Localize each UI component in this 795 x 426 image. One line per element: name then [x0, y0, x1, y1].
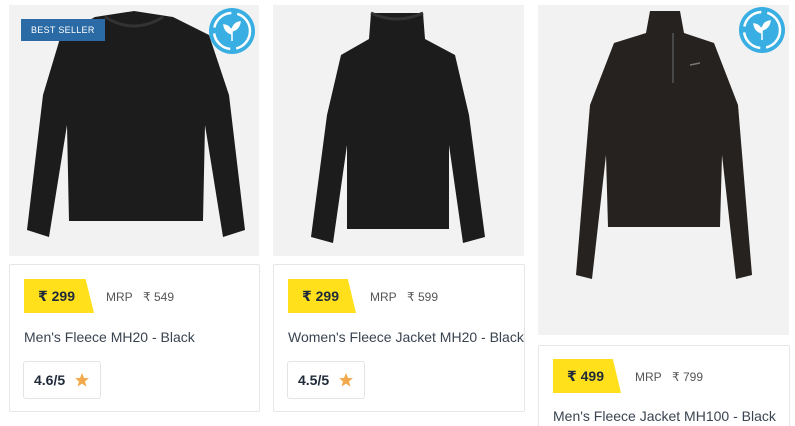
product-image-half-zip-jacket: [576, 11, 752, 279]
product-title[interactable]: Men's Fleece Jacket MH100 - Black: [553, 408, 776, 424]
price-tag: ₹ 299: [288, 279, 356, 313]
mrp-value: ₹ 799: [672, 370, 703, 384]
star-icon: [339, 373, 353, 387]
best-seller-badge: BEST SELLER: [21, 19, 105, 41]
rating-box: 4.5/5: [287, 361, 365, 399]
product-title[interactable]: Women's Fleece Jacket MH20 - Black: [288, 329, 524, 345]
star-icon: [75, 373, 89, 387]
product-title[interactable]: Men's Fleece MH20 - Black: [24, 329, 195, 345]
mrp-value: ₹ 549: [143, 290, 174, 304]
price-tag: ₹ 499: [553, 359, 621, 393]
eco-design-icon: [209, 8, 255, 54]
mrp-value: ₹ 599: [407, 290, 438, 304]
price-tag: ₹ 299: [24, 279, 94, 313]
rating-value: 4.5/5: [298, 372, 330, 388]
product-info: ₹ 299 MRP ₹ 549 Men's Fleece MH20 - Blac…: [9, 264, 260, 412]
product-info: ₹ 299 MRP ₹ 599 Women's Fleece Jacket MH…: [273, 264, 525, 412]
eco-design-icon: [739, 7, 785, 53]
mrp-label: MRP: [106, 290, 133, 304]
product-info: ₹ 499 MRP ₹ 799 Men's Fleece Jacket MH10…: [538, 345, 790, 426]
rating-value: 4.6/5: [34, 372, 66, 388]
product-image[interactable]: [538, 5, 789, 335]
mrp-label: MRP: [635, 370, 662, 384]
product-image[interactable]: BEST SELLER: [9, 5, 259, 256]
product-image[interactable]: [273, 5, 524, 256]
product-image-jacket: [311, 11, 485, 243]
rating-box: 4.6/5: [23, 361, 101, 399]
mrp-label: MRP: [370, 290, 397, 304]
